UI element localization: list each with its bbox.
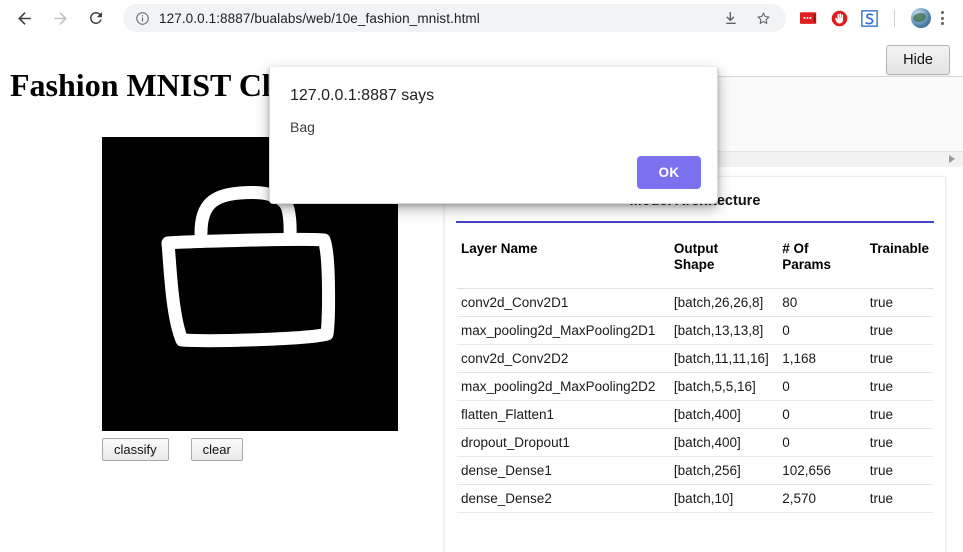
canvas-buttons: classify clear (102, 438, 243, 461)
cell-params: 102,656 (778, 456, 866, 486)
table-row: conv2d_Conv2D2 [batch,11,11,16] 1,168 tr… (457, 344, 933, 374)
forward-icon[interactable] (45, 3, 75, 33)
star-icon[interactable] (754, 9, 772, 27)
cell-params: 0 (778, 400, 866, 430)
cell-trainable: true (865, 344, 933, 374)
cell-params: 0 (778, 372, 866, 402)
hide-button[interactable]: Hide (886, 45, 950, 75)
url-text: 127.0.0.1:8887/bualabs/web/10e_fashion_m… (159, 10, 480, 26)
cell-trainable: true (865, 428, 933, 458)
toolbar-divider (894, 9, 895, 27)
extensions-area (800, 8, 931, 28)
cell-layer-name: max_pooling2d_MaxPooling2D2 (457, 372, 670, 402)
model-architecture-table: Layer Name Output Shape # Of Params Trai… (457, 223, 933, 514)
cell-output-shape: [batch,400] (669, 400, 779, 430)
download-icon[interactable] (722, 9, 740, 27)
page-title: Fashion MNIST Cl (10, 67, 271, 104)
dialog-message-text: Bag (290, 119, 315, 135)
table-row: dense_Dense1 [batch,256] 102,656 true (457, 456, 933, 486)
table-row: dense_Dense2 [batch,10] 2,570 true (457, 484, 933, 514)
cell-output-shape: [batch,5,5,16] (669, 372, 779, 402)
column-header-trainable: Trainable (865, 223, 933, 290)
cell-output-shape: [batch,11,11,16] (669, 344, 779, 374)
cell-output-shape: [batch,10] (669, 484, 779, 514)
javascript-alert-dialog: 127.0.0.1:8887 says Bag OK (269, 67, 718, 204)
cell-output-shape: [batch,13,13,8] (669, 316, 779, 346)
cell-layer-name: dense_Dense2 (457, 484, 670, 514)
cell-layer-name: dense_Dense1 (457, 456, 670, 486)
cell-params: 1,168 (778, 344, 866, 374)
column-header-layer-name: Layer Name (457, 223, 670, 290)
model-architecture-card: Model Architecture Layer Name Output Sha… (444, 176, 946, 552)
classify-button[interactable]: classify (102, 438, 169, 461)
dialog-ok-button[interactable]: OK (637, 156, 701, 189)
column-header-output-shape: Output Shape (669, 223, 779, 290)
cell-params: 0 (778, 316, 866, 346)
scroll-right-arrow-icon[interactable] (949, 155, 955, 163)
reload-icon[interactable] (81, 3, 111, 33)
cell-layer-name: flatten_Flatten1 (457, 400, 670, 430)
clear-button[interactable]: clear (190, 438, 243, 461)
column-header-params: # Of Params (778, 223, 866, 290)
cell-trainable: true (865, 372, 933, 402)
cell-params: 2,570 (778, 484, 866, 514)
cell-output-shape: [batch,400] (669, 428, 779, 458)
table-row: max_pooling2d_MaxPooling2D1 [batch,13,13… (457, 316, 933, 346)
browser-toolbar: 127.0.0.1:8887/bualabs/web/10e_fashion_m… (0, 0, 963, 37)
table-row: max_pooling2d_MaxPooling2D2 [batch,5,5,1… (457, 372, 933, 402)
cell-params: 80 (778, 288, 866, 318)
red-dots-extension-icon[interactable] (800, 9, 818, 27)
cell-trainable: true (865, 288, 933, 318)
table-header-row: Layer Name Output Shape # Of Params Trai… (457, 223, 933, 290)
blue-s-extension-icon[interactable] (860, 9, 878, 27)
address-bar[interactable]: 127.0.0.1:8887/bualabs/web/10e_fashion_m… (123, 4, 786, 32)
cell-trainable: true (865, 400, 933, 430)
cell-output-shape: [batch,26,26,8] (669, 288, 779, 318)
cell-layer-name: conv2d_Conv2D2 (457, 344, 670, 374)
ublock-stop-hand-icon[interactable] (830, 9, 848, 27)
table-row: flatten_Flatten1 [batch,400] 0 true (457, 400, 933, 430)
info-circle-icon[interactable] (135, 11, 150, 26)
table-row: dropout_Dropout1 [batch,400] 0 true (457, 428, 933, 458)
cell-output-shape: [batch,256] (669, 456, 779, 486)
dialog-origin-text: 127.0.0.1:8887 says (290, 87, 435, 104)
cell-trainable: true (865, 316, 933, 346)
page-content: Fashion MNIST Cl Hide classify clear Mod… (0, 36, 963, 552)
cell-trainable: true (865, 456, 933, 486)
cell-layer-name: conv2d_Conv2D1 (457, 288, 670, 318)
back-icon[interactable] (9, 3, 39, 33)
cell-layer-name: max_pooling2d_MaxPooling2D1 (457, 316, 670, 346)
profile-avatar-icon[interactable] (911, 8, 931, 28)
three-dot-menu-icon[interactable] (941, 11, 944, 25)
cell-layer-name: dropout_Dropout1 (457, 428, 670, 458)
cell-trainable: true (865, 484, 933, 514)
table-row: conv2d_Conv2D1 [batch,26,26,8] 80 true (457, 288, 933, 318)
cell-params: 0 (778, 428, 866, 458)
